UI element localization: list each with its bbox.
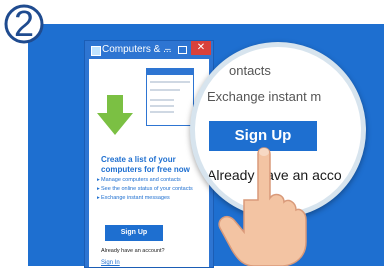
have-account-text: Already have an account? [101, 248, 165, 254]
window-title: Computers & ... [102, 44, 172, 55]
signup-button[interactable]: Sign Up [105, 225, 163, 241]
minimize-button[interactable]: – [165, 44, 171, 55]
feature-item: ▸See the online status of your contacts [97, 186, 209, 193]
step-number: 2 [13, 3, 35, 44]
close-button[interactable]: ✕ [191, 41, 211, 55]
app-icon [91, 46, 101, 56]
popup-line [150, 81, 190, 83]
contact-list-popup [146, 68, 194, 126]
pointing-hand-icon [218, 147, 307, 266]
feature-item: ▸Manage computers and contacts [97, 177, 209, 184]
down-arrow-icon [97, 95, 133, 135]
popup-line [150, 111, 174, 113]
promo-title-line-2: computers for free now [101, 165, 190, 174]
magnified-exchange-text: Exchange instant m [207, 89, 322, 104]
popup-header [147, 69, 193, 75]
popup-line [150, 99, 174, 101]
feature-text: See the online status of your contacts [101, 186, 193, 192]
magnified-contacts-text: ontacts [229, 63, 271, 78]
feature-text: Manage computers and contacts [101, 177, 181, 183]
feature-text: Exchange instant messages [101, 195, 170, 201]
step-number-badge: 2 [2, 2, 58, 50]
popup-line [150, 105, 174, 107]
popup-line [150, 89, 180, 91]
maximize-button[interactable] [178, 46, 187, 54]
feature-list: ▸Manage computers and contacts ▸See the … [97, 177, 209, 204]
window-titlebar[interactable]: Computers & ... – ✕ [85, 41, 213, 59]
signin-link[interactable]: Sign In [101, 260, 120, 266]
feature-item: ▸Exchange instant messages [97, 195, 209, 202]
